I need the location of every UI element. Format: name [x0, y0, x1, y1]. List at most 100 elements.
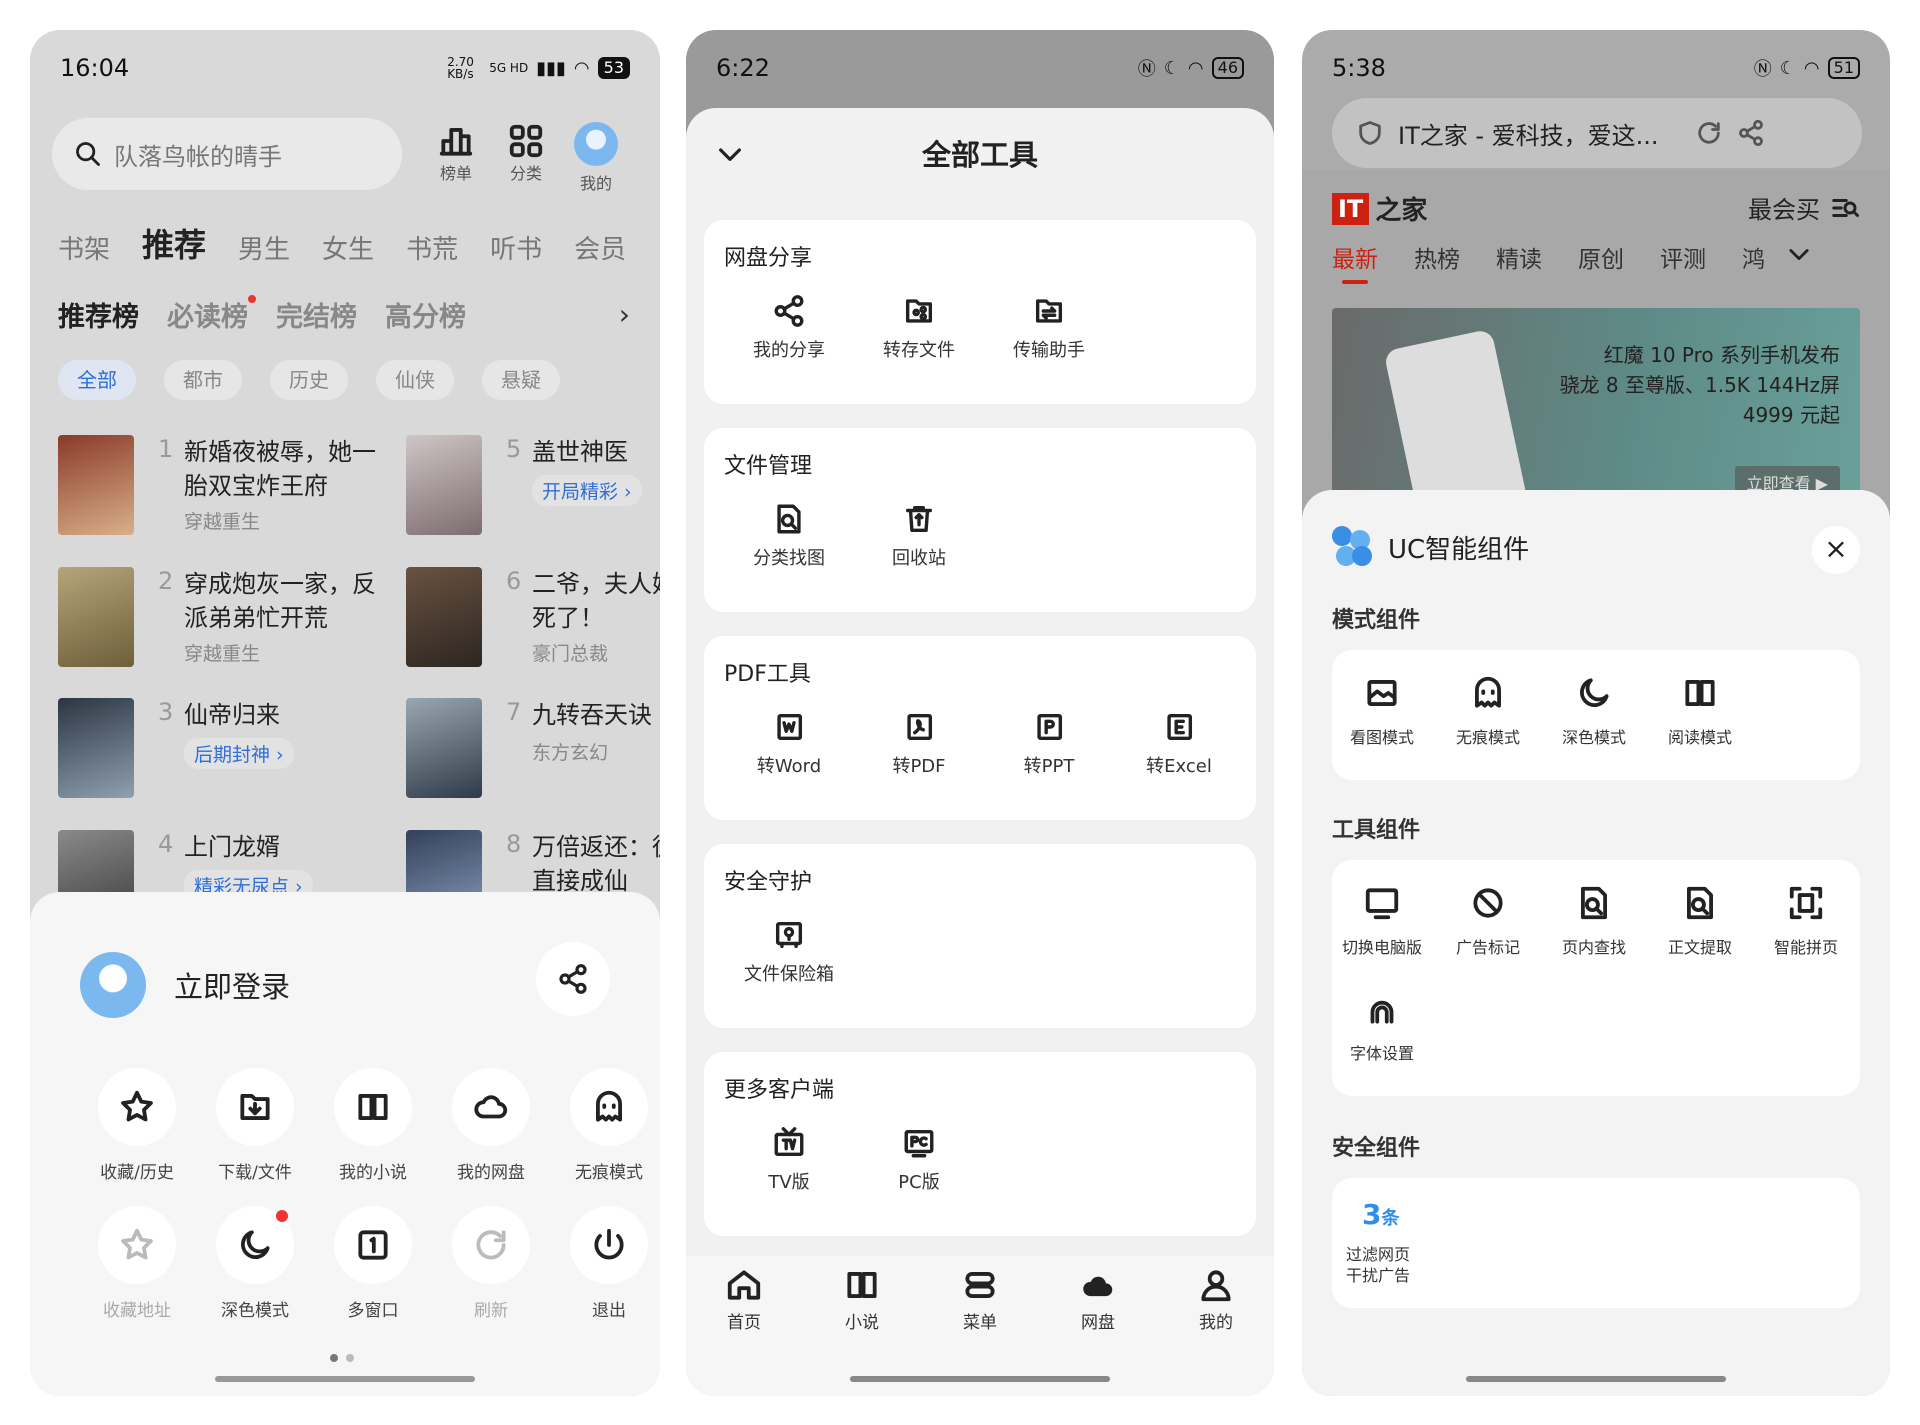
my-cloud-button[interactable]: 我的网盘: [432, 1068, 550, 1183]
book-cover: [406, 435, 482, 535]
book-item[interactable]: 2 穿成炮灰一家，反派弟弟忙开荒 穿越重生: [58, 567, 398, 677]
image-mode-button[interactable]: 看图模式: [1332, 674, 1432, 748]
book-item[interactable]: 5 盖世神医 开局精彩 ›: [406, 435, 660, 545]
share-button[interactable]: [536, 942, 610, 1016]
book-item[interactable]: 7 九转吞天诀 东方玄幻: [406, 698, 660, 808]
search-input[interactable]: 队落鸟帐的晴手: [52, 118, 402, 190]
book-open-icon: [1685, 680, 1715, 706]
to-excel-button[interactable]: 转Excel: [1114, 710, 1244, 778]
tab-female[interactable]: 女生: [322, 229, 374, 266]
rank-tab-high-score[interactable]: 高分榜: [385, 295, 466, 334]
tab-harmony[interactable]: 鸿: [1742, 240, 1765, 274]
exit-button[interactable]: 退出: [550, 1206, 660, 1321]
chevron-down-icon[interactable]: [1785, 240, 1813, 268]
to-ppt-button[interactable]: 转PPT: [984, 710, 1114, 778]
refresh-button[interactable]: 刷新: [432, 1206, 550, 1321]
search-menu-icon[interactable]: [1830, 193, 1860, 223]
find-images-button[interactable]: 分类找图: [724, 502, 854, 570]
my-novel-button[interactable]: 我的小说: [314, 1068, 432, 1183]
smart-paging-button[interactable]: 智能拼页: [1756, 884, 1856, 958]
ad-mark-button[interactable]: 广告标记: [1438, 884, 1538, 958]
bookmark-url-button[interactable]: 收藏地址: [78, 1206, 196, 1321]
book-item[interactable]: 3 仙帝归来 后期封神 ›: [58, 698, 398, 808]
zuihuimai-link[interactable]: 最会买: [1748, 190, 1860, 225]
ad-filter-count[interactable]: 3条: [1362, 1198, 1399, 1231]
tab-male[interactable]: 男生: [238, 229, 290, 266]
tv-version-button[interactable]: TV版: [724, 1126, 854, 1194]
my-button[interactable]: 我的: [566, 122, 626, 194]
tab-book-shortage[interactable]: 书荒: [406, 229, 458, 266]
desktop-version-button[interactable]: 切换电脑版: [1332, 884, 1432, 958]
transfer-assistant-button[interactable]: 传输助手: [984, 294, 1114, 362]
chip-urban[interactable]: 都市: [164, 360, 242, 400]
power-icon: [594, 1228, 624, 1260]
moon-icon: ☾: [1163, 57, 1180, 79]
pc-version-button[interactable]: PC版: [854, 1126, 984, 1194]
font-icon: [1370, 1000, 1394, 1024]
to-word-button[interactable]: 转Word: [724, 710, 854, 778]
chip-all[interactable]: 全部: [58, 360, 136, 400]
uc-logo-icon: [1332, 526, 1374, 568]
rank-list-button[interactable]: 榜单: [426, 122, 486, 184]
tab-vip[interactable]: 会员: [574, 229, 626, 266]
status-time: 6:22: [716, 54, 770, 82]
multi-window-button[interactable]: 多窗口: [314, 1206, 432, 1321]
ghost-icon: [596, 1090, 622, 1122]
tab-latest[interactable]: 最新: [1332, 240, 1378, 284]
favorites-history-button[interactable]: 收藏/历史: [78, 1068, 196, 1183]
rank-tab-recommend[interactable]: 推荐榜: [58, 295, 139, 334]
save-file-button[interactable]: 转存文件: [854, 294, 984, 362]
news-banner[interactable]: 红魔 10 Pro 系列手机发布 骁龙 8 至尊版、1.5K 144Hz屏 49…: [1332, 308, 1860, 508]
incognito-mode-button[interactable]: 无痕模式: [1438, 674, 1538, 748]
tab-recommend[interactable]: 推荐: [142, 220, 206, 266]
section-title: 更多客户端: [724, 1078, 835, 1103]
dark-mode-button[interactable]: 深色模式: [196, 1206, 314, 1321]
url-bar[interactable]: IT之家 - 爱科技，爱这...: [1332, 98, 1862, 168]
tab-hot[interactable]: 热榜: [1414, 240, 1460, 274]
book-title: 上门龙婿: [184, 833, 280, 861]
nav-profile[interactable]: 我的: [1176, 1266, 1256, 1333]
chevron-right-icon[interactable]: ›: [619, 298, 630, 331]
book-rank: 8: [506, 830, 522, 858]
nav-cloud[interactable]: 网盘: [1058, 1266, 1138, 1333]
my-share-button[interactable]: 我的分享: [724, 294, 854, 362]
book-item[interactable]: 6 二爷，夫人她人算死了！ 豪门总裁: [406, 567, 660, 677]
find-in-page-button[interactable]: 页内查找: [1544, 884, 1644, 958]
chip-mystery[interactable]: 悬疑: [482, 360, 560, 400]
book-item[interactable]: 1 新婚夜被辱，她一胎双宝炸王府 穿越重生: [58, 435, 398, 545]
share-icon[interactable]: [1737, 119, 1765, 147]
login-row[interactable]: 立即登录: [80, 952, 290, 1018]
phone-novel-screen: 16:04 2.70 KB/s 5G HD ▮▮▮ ◠ 53 队落鸟帐的晴手 榜单 分类…: [30, 30, 660, 1396]
menu-icon: [965, 1272, 995, 1298]
recycle-bin-button[interactable]: 回收站: [854, 502, 984, 570]
tab-shelf[interactable]: 书架: [58, 229, 110, 266]
nav-novel[interactable]: 小说: [822, 1266, 902, 1333]
tab-audio[interactable]: 听书: [490, 229, 542, 266]
to-pdf-button[interactable]: 转PDF: [854, 710, 984, 778]
file-vault-button[interactable]: 文件保险箱: [724, 918, 854, 986]
dark-mode-button[interactable]: 深色模式: [1544, 674, 1644, 748]
rank-tab-finished[interactable]: 完结榜: [276, 295, 357, 334]
chevron-down-icon[interactable]: [714, 138, 746, 170]
category-button[interactable]: 分类: [496, 122, 556, 184]
chip-history[interactable]: 历史: [270, 360, 348, 400]
close-icon[interactable]: ×: [1812, 526, 1860, 574]
refresh-icon[interactable]: [1695, 119, 1723, 147]
reading-mode-button[interactable]: 阅读模式: [1650, 674, 1750, 748]
book-icon: [358, 1094, 388, 1120]
nav-menu[interactable]: 菜单: [940, 1266, 1020, 1333]
uc-widgets-panel: UC智能组件 × 模式组件 看图模式 无痕模式 深色模式 阅读模式 工具组件 切…: [1302, 490, 1890, 1396]
menu-label: 收藏地址: [103, 1301, 171, 1321]
incognito-button[interactable]: 无痕模式: [550, 1068, 660, 1183]
rank-tab-must-read[interactable]: 必读榜: [167, 295, 256, 334]
tab-original[interactable]: 原创: [1578, 240, 1624, 274]
tab-featured[interactable]: 精读: [1496, 240, 1542, 274]
text-extract-button[interactable]: 正文提取: [1650, 884, 1750, 958]
ad-filter-label: 过滤网页: [1346, 1245, 1411, 1264]
chip-xianxia[interactable]: 仙侠: [376, 360, 454, 400]
tab-review[interactable]: 评测: [1660, 240, 1706, 274]
font-settings-button[interactable]: 字体设置: [1332, 990, 1432, 1064]
download-files-button[interactable]: 下载/文件: [196, 1068, 314, 1183]
nav-home[interactable]: 首页: [704, 1266, 784, 1333]
book-rank: 5: [506, 435, 522, 463]
